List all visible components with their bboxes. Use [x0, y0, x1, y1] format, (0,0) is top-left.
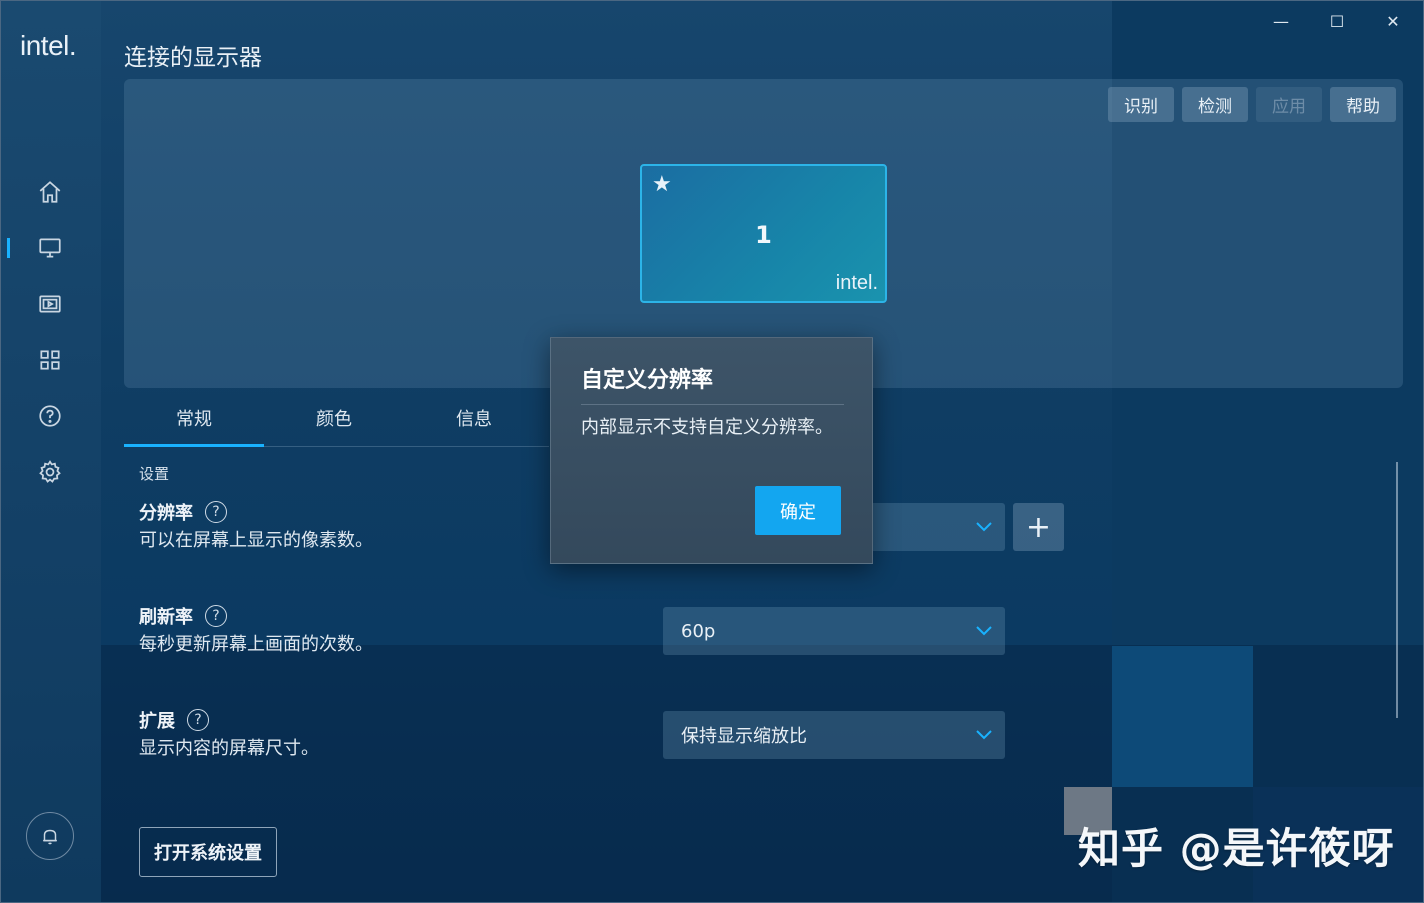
identify-button[interactable]: 识别	[1108, 87, 1174, 122]
monitor-number: 1	[755, 221, 772, 249]
apps-grid-icon[interactable]	[25, 340, 75, 380]
tab-info[interactable]: 信息	[404, 405, 544, 431]
maximize-button[interactable]: ☐	[1322, 8, 1352, 34]
tab-general[interactable]: 常规	[124, 405, 264, 431]
help-button[interactable]: 帮助	[1330, 87, 1396, 122]
help-icon[interactable]: ?	[205, 501, 227, 523]
open-system-settings-button[interactable]: 打开系统设置	[139, 827, 277, 877]
nav-active-indicator	[7, 238, 10, 258]
chevron-down-icon	[975, 725, 993, 743]
ok-button[interactable]: 确定	[755, 486, 841, 535]
monitor-brand: intel.	[835, 272, 878, 294]
custom-resolution-dialog: 自定义分辨率 内部显示不支持自定义分辨率。 确定	[550, 337, 873, 564]
help-icon[interactable]: ?	[205, 605, 227, 627]
refresh-desc: 每秒更新屏幕上画面的次数。	[139, 634, 373, 655]
resolution-title: 分辨率 ?	[139, 499, 227, 525]
scaling-desc: 显示内容的屏幕尺寸。	[139, 738, 319, 759]
refresh-dropdown[interactable]: 60p	[663, 607, 1005, 655]
scrollbar[interactable]	[1396, 462, 1398, 718]
detect-button[interactable]: 检测	[1182, 87, 1248, 122]
refresh-value: 60p	[681, 620, 716, 642]
bell-icon[interactable]	[26, 812, 74, 860]
tab-color[interactable]: 颜色	[264, 405, 404, 431]
refresh-title: 刷新率 ?	[139, 603, 227, 629]
dialog-title: 自定义分辨率	[581, 368, 714, 393]
scaling-dropdown[interactable]: 保持显示缩放比	[663, 711, 1005, 759]
background-square	[1112, 646, 1253, 787]
scaling-label: 扩展	[139, 711, 175, 732]
help-icon[interactable]: ?	[187, 709, 209, 731]
resolution-desc: 可以在屏幕上显示的像素数。	[139, 530, 373, 551]
chevron-down-icon	[975, 517, 993, 535]
section-label: 设置	[139, 465, 170, 483]
close-button[interactable]: ✕	[1378, 8, 1408, 34]
display-icon[interactable]	[25, 228, 75, 268]
settings-gear-icon[interactable]	[25, 452, 75, 492]
resolution-label: 分辨率	[139, 503, 193, 524]
monitor-tile[interactable]: ★ 1 intel.	[640, 164, 887, 303]
video-icon[interactable]	[25, 284, 75, 324]
help-icon[interactable]	[25, 396, 75, 436]
apply-button[interactable]: 应用	[1256, 87, 1322, 122]
dialog-message: 内部显示不支持自定义分辨率。	[581, 417, 833, 438]
refresh-label: 刷新率	[139, 607, 193, 628]
add-resolution-button[interactable]: +	[1013, 503, 1064, 551]
dialog-divider	[581, 404, 844, 405]
chevron-down-icon	[975, 621, 993, 639]
home-icon[interactable]	[25, 172, 75, 212]
sidebar: intel.	[0, 0, 101, 903]
tab-active-indicator	[124, 444, 264, 447]
page-title: 连接的显示器	[124, 45, 262, 71]
watermark: 知乎 @是许筱呀	[1078, 824, 1395, 873]
minimize-button[interactable]: —	[1266, 8, 1296, 34]
intel-logo: intel.	[20, 30, 77, 61]
primary-star-icon: ★	[652, 172, 672, 197]
scaling-value: 保持显示缩放比	[681, 726, 807, 747]
app-window: intel. — ☐ ✕ 连接的显示器 识别 检测 应用 帮助 ★ 1 inte…	[0, 0, 1424, 903]
scaling-title: 扩展 ?	[139, 707, 209, 733]
